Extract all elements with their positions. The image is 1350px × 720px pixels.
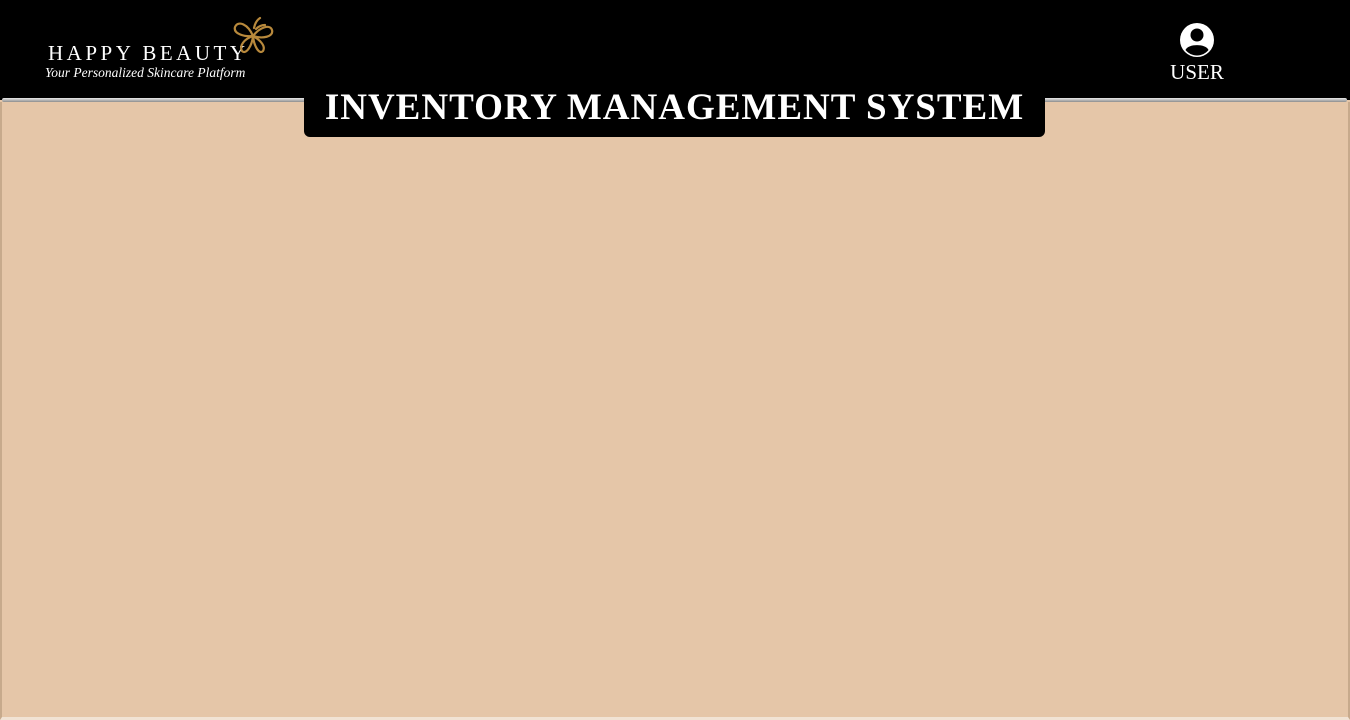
brand-logo[interactable]: HAPPY BEAUTY Your Personalized Skincare … [45,16,280,86]
user-label: USER [1170,60,1224,84]
user-circle-icon [1180,23,1214,57]
app-window: HAPPY BEAUTY Your Personalized Skincare … [0,0,1350,720]
brand-name: HAPPY BEAUTY [48,41,249,65]
page-title-banner: INVENTORY MANAGEMENT SYSTEM [304,78,1045,137]
main-content-area [0,102,1350,720]
user-menu[interactable]: USER [1160,22,1234,86]
page-title: INVENTORY MANAGEMENT SYSTEM [324,87,1025,128]
brand-tagline: Your Personalized Skincare Platform [45,65,246,80]
butterfly-icon [233,16,274,54]
